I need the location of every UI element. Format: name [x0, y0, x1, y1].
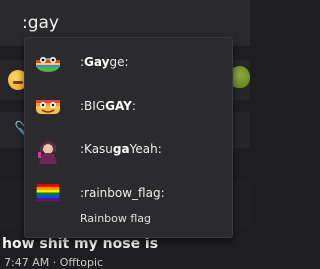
- autocomplete-item-rainbow-flag[interactable]: :rainbow_flag: Rainbow flag: [25, 172, 232, 236]
- flag-stripe: [36, 195, 60, 199]
- gayge-frog-emote-icon: [36, 57, 60, 72]
- autocomplete-item-code: :rainbow_flag:: [80, 186, 165, 200]
- autocomplete-item-biggay[interactable]: :BIGGAY:: [25, 84, 232, 128]
- message-meta: 7:47 AM · Offtopic: [4, 256, 104, 269]
- autocomplete-item-gayge[interactable]: :Gayge:: [25, 40, 232, 84]
- autocomplete-item-kasugayeah[interactable]: :KasugaYeah:: [25, 128, 232, 172]
- message-title: how shit my nose is: [2, 236, 159, 252]
- flag-stripe: [36, 189, 60, 193]
- biggay-emote-icon: [36, 100, 60, 114]
- rainbow-flag-icon: [36, 184, 60, 201]
- flag-stripe: [36, 192, 60, 196]
- autocomplete-item-code: :KasugaYeah:: [80, 142, 162, 156]
- autocomplete-menu: :Gayge: :BIGGAY: :KasugaYeah: :rainbow_f…: [24, 37, 233, 238]
- kasugayeah-emote-icon: [38, 141, 57, 164]
- flag-stripe: [36, 186, 60, 190]
- autocomplete-item-code: :BIGGAY:: [80, 99, 136, 113]
- flag-stripe: [36, 198, 60, 201]
- autocomplete-item-description: Rainbow flag: [80, 212, 152, 225]
- autocomplete-item-code: :Gayge:: [80, 55, 129, 69]
- flag-stripe: [36, 184, 60, 188]
